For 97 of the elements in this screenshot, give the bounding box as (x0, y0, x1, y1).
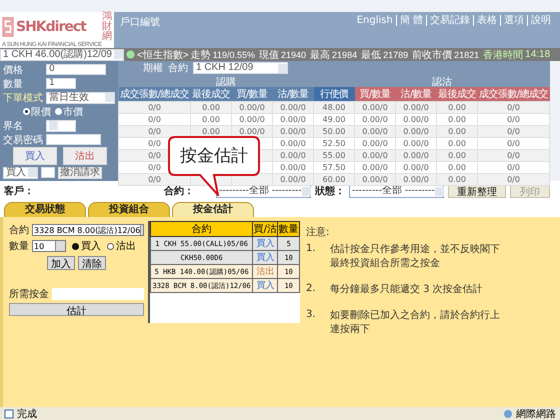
note-text: 估計按金只作參考用途，並不反映閣下 (330, 243, 500, 257)
table-cell: 0/0 (478, 138, 550, 150)
notes-title: 注意: (306, 226, 330, 239)
field-label: 下單模式 (3, 92, 43, 104)
table-cell: 48.00 (314, 102, 354, 114)
table-cell: 0.00 (190, 102, 232, 114)
column-header: 沽/數量 (396, 87, 436, 102)
clear-button[interactable]: 清除 (78, 256, 106, 270)
ticker-label: 現值 (259, 48, 280, 62)
index-name: <恒生指數> (136, 48, 189, 62)
ticker-label: 最高 (310, 48, 330, 62)
column-header: 數量 (278, 222, 300, 236)
ticker-value: 21984 (332, 50, 358, 60)
contract-select[interactable]: 3328 BCM 8.00(認沽)12/06 (32, 224, 144, 236)
call-group-label: 認購 (215, 76, 237, 87)
column-header: 成交張數/總成交 (478, 87, 550, 102)
contract-label: 合約 (168, 62, 188, 75)
tab[interactable]: 按金估計 (172, 202, 254, 217)
column-header: 買/數量 (232, 87, 272, 102)
radio-button[interactable]: 市價 (55, 104, 83, 118)
ticker-value: 21789 (383, 50, 408, 60)
account-label: 戶口編號 (120, 16, 160, 30)
table-cell: 0.00 (436, 102, 478, 114)
estimate-button[interactable]: 估計 (9, 303, 144, 316)
globe-icon (503, 408, 513, 418)
field-label: 數量 (9, 240, 29, 253)
time-label: 香港時間 (483, 48, 524, 62)
field-label: 數量 (3, 78, 24, 90)
ticker-label: 走勢 (190, 48, 211, 62)
tab[interactable]: 投資組合 (88, 202, 170, 217)
column-header: 沽/數量 (272, 87, 314, 102)
buy-button[interactable]: 買入 (13, 147, 57, 166)
radio-button[interactable]: 限價 (23, 104, 51, 118)
password-field[interactable] (46, 134, 101, 145)
table-cell: 0/0 (478, 126, 550, 138)
field-label: 合約 (9, 224, 29, 237)
time-value: 14:18 (525, 49, 550, 60)
table-cell: 0/0 (478, 102, 550, 114)
options-label: 期權 (143, 62, 163, 75)
table-cell: 0/0 (478, 150, 550, 162)
side-select[interactable]: 買入 (3, 166, 38, 179)
zone-text: 網際網路 (516, 408, 556, 420)
table-cell: 0/0 (478, 114, 550, 126)
table-cell: 0/0 (478, 162, 550, 174)
note-text: 最終投資組合所需之按金 (330, 257, 441, 271)
ticker-value: 21821 (454, 50, 480, 60)
radio-button[interactable]: 買入 (72, 239, 101, 253)
scrollbar[interactable] (550, 61, 560, 181)
column-header: 買/沽 (252, 222, 278, 236)
quantity-field[interactable]: 1 (46, 78, 76, 89)
ticker-value: 119/0.55% (212, 50, 256, 60)
status-label: 狀態： (315, 185, 345, 198)
note-number: 2. (306, 283, 317, 296)
price-field[interactable]: 0 (46, 64, 106, 75)
required-margin-field[interactable] (52, 288, 144, 300)
column-header: 成交張數/總成交 (118, 87, 190, 102)
put-group-label: 認沽 (431, 76, 453, 87)
note-number: 1. (306, 243, 317, 256)
column-header: 最後成交 (436, 87, 478, 102)
status-text: 完成 (17, 408, 37, 420)
column-header: 合約 (150, 222, 253, 236)
table-cell: 0/0 (118, 102, 190, 114)
add-button[interactable]: 加入 (47, 256, 75, 270)
status-dot-icon (126, 50, 135, 59)
table-cell: 0/0 (118, 114, 190, 126)
order-mode-select[interactable]: 當日生效 (46, 92, 115, 104)
ticker-value: 21940 (281, 50, 306, 60)
table-cell: 0.00/0 (396, 102, 436, 114)
table-cell: 0.00/0 (272, 102, 314, 114)
input-field[interactable] (41, 167, 55, 178)
contract-select[interactable]: 1 CKH 46.00(認購)12/09 (0, 48, 124, 60)
radio-button[interactable]: 沽出 (107, 239, 136, 253)
column-header: 買/數量 (354, 87, 396, 102)
table-cell: 0.00/0 (354, 102, 396, 114)
tab[interactable]: 交易狀態 (4, 202, 86, 217)
sell-button[interactable]: 沽出 (63, 147, 107, 166)
note-number: 3. (306, 309, 317, 322)
field-label: 界名 (3, 120, 24, 132)
note-text: 如要刪除已加入之合約，請於合約行上 (330, 309, 500, 323)
quantity-select[interactable]: 10 (32, 240, 66, 252)
field-label: 所需按金 (9, 288, 49, 301)
field-label: 交易密碼 (3, 134, 43, 146)
page-icon (4, 408, 14, 418)
contract-label: 合約： (164, 185, 194, 198)
ticker-label: 最低 (361, 48, 382, 62)
option-contract-select[interactable]: 1 CKH 12/09 (193, 62, 288, 74)
cancel-request-button[interactable]: 撤消請求 (58, 166, 102, 179)
ticker-label: 前收市價 (412, 48, 452, 62)
column-header: 最後成交 (190, 87, 232, 102)
note-text: 每分鐘最多只能遞交 3 次按金估計 (330, 283, 483, 297)
column-header: 行使價 (314, 87, 354, 102)
table-cell: 0/0 (478, 174, 550, 186)
note-text: 連按兩下 (330, 323, 371, 337)
table-cell: 0.00/0 (232, 102, 272, 114)
name-select[interactable] (46, 120, 76, 132)
client-label: 客戶： (4, 184, 34, 198)
field-label: 價格 (3, 64, 24, 76)
